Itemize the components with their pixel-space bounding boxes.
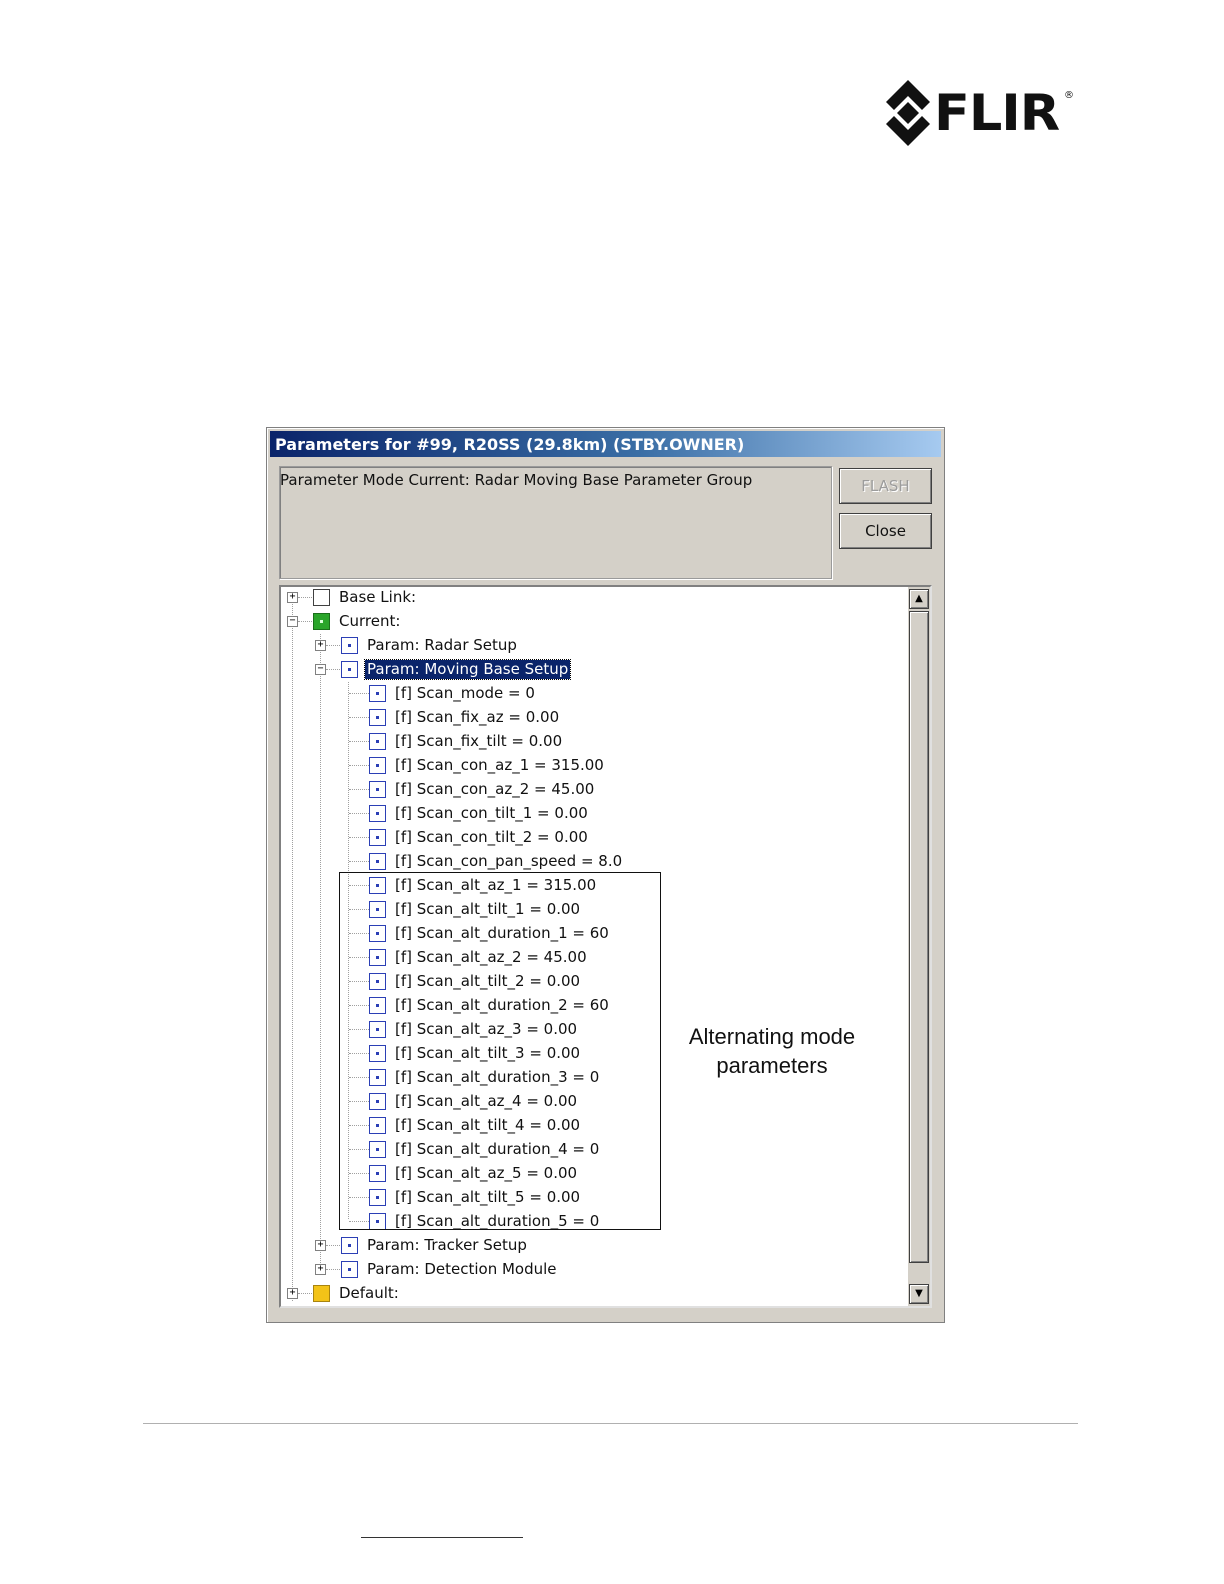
collapse-icon[interactable]: − [287,616,298,627]
param-label: [f] Scan_con_pan_speed = 8.0 [395,852,623,870]
param-node-icon [341,1237,358,1254]
tree-node-label: Param: Radar Setup [367,636,517,654]
collapse-icon[interactable]: − [315,664,326,675]
parameter-mode-text: Parameter Mode Current: Radar Moving Bas… [280,471,753,489]
tree-line [292,604,293,1301]
tree-node-label: Param: Tracker Setup [367,1236,527,1254]
param-node-icon [341,661,358,678]
close-button[interactable]: Close [839,513,932,549]
param-icon [369,805,386,822]
param-label: [f] Scan_fix_az = 0.00 [395,708,560,726]
tree-node-label: Default: [339,1284,399,1302]
registered-mark: ® [1064,90,1074,101]
expand-icon[interactable]: + [287,592,298,603]
param-icon [369,757,386,774]
annotation-line-2: parameters [716,1053,828,1078]
alternating-mode-highlight-box [339,872,661,1230]
flir-wordmark: FLIR [934,84,1060,142]
flash-button[interactable]: FLASH [839,468,932,504]
expand-icon[interactable]: + [287,1288,298,1299]
param-label: [f] Scan_con_az_2 = 45.00 [395,780,595,798]
param-label: [f] Scan_mode = 0 [395,684,535,702]
tree-node-label: Base Link: [339,588,417,606]
scroll-down-arrow-icon[interactable]: ▼ [909,1284,929,1304]
node-status-icon [313,1285,330,1302]
dialog-title: Parameters for #99, R20SS (29.8km) (STBY… [275,435,745,454]
scroll-up-arrow-icon[interactable]: ▲ [909,589,929,609]
param-node-icon [341,1261,358,1278]
param-label: [f] Scan_con_tilt_1 = 0.00 [395,804,588,822]
param-label: [f] Scan_con_tilt_2 = 0.00 [395,828,588,846]
param-icon [369,829,386,846]
param-icon [369,853,386,870]
parameter-mode-info: Parameter Mode Current: Radar Moving Bas… [279,466,832,579]
alternating-mode-annotation: Alternating mode parameters [672,1022,872,1080]
param-icon [369,733,386,750]
tree-scrollbar[interactable]: ▲ ▼ [908,587,930,1306]
expand-icon[interactable]: + [315,1240,326,1251]
footer-divider [143,1423,1078,1424]
param-icon [369,781,386,798]
node-status-icon [313,1306,330,1308]
param-node-icon [341,637,358,654]
param-icon [369,709,386,726]
flir-logo: FLIR ® [884,80,1074,146]
tree-node-label-selected: Param: Moving Base Setup [363,659,572,680]
flir-diamond-icon [886,80,930,146]
node-status-icon [313,589,330,606]
param-label: [f] Scan_con_az_1 = 315.00 [395,756,604,774]
param-label: [f] Scan_fix_tilt = 0.00 [395,732,563,750]
tree-node-label: Current: [339,612,401,630]
param-icon [369,685,386,702]
expand-icon[interactable]: + [315,1264,326,1275]
node-status-icon [313,613,330,630]
tree-line [320,634,321,1267]
footnote-rule [361,1537,523,1538]
expand-icon[interactable]: + [315,640,326,651]
tree-node-label: Param: Detection Module [367,1260,557,1278]
annotation-line-1: Alternating mode [688,1024,856,1049]
scrollbar-thumb[interactable] [909,611,929,1263]
dialog-titlebar[interactable]: Parameters for #99, R20SS (29.8km) (STBY… [270,431,941,457]
